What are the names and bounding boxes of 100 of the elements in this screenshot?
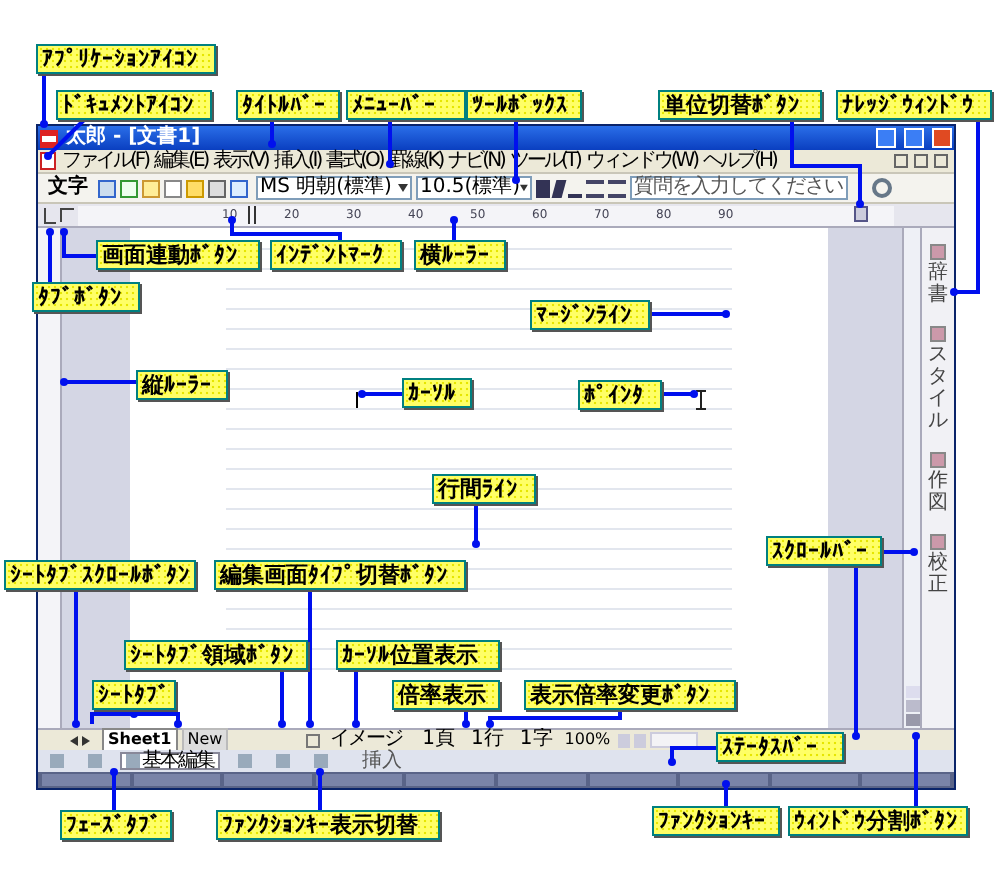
leader-line	[306, 590, 314, 728]
menu-item[interactable]: ナビ(N)	[448, 151, 504, 171]
sheet-tab[interactable]: New	[181, 728, 229, 752]
edit-type-button[interactable]: イメージ	[330, 730, 403, 750]
maximize-button[interactable]	[904, 128, 924, 148]
dropdown-arrow-icon[interactable]	[398, 184, 408, 192]
leader-line	[228, 216, 342, 240]
text-cursor	[356, 392, 358, 408]
sheet-tab[interactable]: Sheet1	[102, 728, 178, 752]
phase-icon	[126, 754, 140, 768]
leader-line	[278, 670, 286, 728]
help-icon[interactable]	[871, 178, 891, 198]
function-key[interactable]	[42, 774, 130, 786]
menu-item[interactable]: 表示(V)	[213, 151, 268, 171]
callout-label: ﾎﾟｲﾝﾀ	[578, 380, 662, 410]
callout-label: 表示倍率変更ﾎﾞﾀﾝ	[524, 680, 736, 710]
tab-button[interactable]	[44, 207, 56, 223]
leader-line	[358, 390, 402, 398]
leader-line	[72, 590, 80, 728]
phase-icon	[238, 754, 252, 768]
pane-tab[interactable]: スタイル	[928, 344, 948, 432]
i-beam-pointer-icon	[696, 390, 706, 410]
menu-item[interactable]: 編集(E)	[154, 151, 208, 171]
phase-icon	[314, 754, 328, 768]
callout-label: ﾀｲﾄﾙﾊﾞｰ	[236, 90, 340, 120]
leader-line	[316, 768, 324, 810]
callout-label: 縦ﾙｰﾗｰ	[136, 370, 228, 400]
menu-item[interactable]: ファイル(F)	[62, 151, 149, 171]
sheet-scroll-left-button[interactable]	[70, 735, 78, 745]
callout-label: ﾀﾌﾞﾎﾞﾀﾝ	[32, 282, 140, 312]
leader-line	[60, 228, 96, 258]
leader-line	[352, 670, 360, 728]
pane-tab[interactable]: 辞書	[928, 262, 948, 306]
question-field[interactable]: 質問を入力してください	[630, 176, 847, 200]
toolbar-label: 文字	[48, 178, 88, 198]
leader-line	[668, 746, 716, 766]
callout-label: ｲﾝﾃﾞﾝﾄﾏｰｸ	[270, 240, 402, 270]
leader-line	[790, 116, 864, 208]
column-position: 1字	[519, 730, 553, 750]
phase-icon	[88, 754, 102, 768]
menu-item[interactable]: ヘルプ(H)	[703, 151, 776, 171]
callout-label: ﾄﾞｷｭﾒﾝﾄｱｲｺﾝ	[56, 90, 212, 120]
menu-item[interactable]: 挿入(I)	[273, 151, 321, 171]
restore-button[interactable]	[914, 154, 928, 168]
callout-label: ｽｸﾛｰﾙﾊﾞｰ	[766, 536, 882, 566]
leader-line	[60, 378, 136, 386]
leader-line	[46, 228, 54, 282]
phase-tab[interactable]	[308, 752, 334, 770]
callout-label: ｱﾌﾟﾘｹｰｼｮﾝｱｲｺﾝ	[36, 44, 216, 74]
line-position: 1行	[471, 730, 504, 750]
callout-label: ﾂｰﾙﾎﾞｯｸｽ	[466, 90, 582, 120]
menu-item[interactable]: 書式(O)	[326, 151, 383, 171]
callout-label: ｽﾃｰﾀｽﾊﾞｰ	[716, 732, 844, 762]
callout-label: 倍率表示	[392, 680, 500, 710]
callout-label: ﾒﾆｭｰﾊﾞｰ	[346, 90, 466, 120]
callout-label: ｼｰﾄﾀﾌﾞ領域ﾎﾞﾀﾝ	[124, 640, 308, 670]
callout-label: ｶｰｿﾙ	[402, 378, 472, 408]
page-position: 1頁	[422, 730, 456, 750]
phase-tab[interactable]	[270, 752, 296, 770]
callout-label: ﾌｧﾝｸｼｮﾝｷｰ	[652, 806, 780, 836]
phase-tab[interactable]	[232, 752, 258, 770]
horizontal-scrollbar[interactable]	[650, 732, 699, 748]
leader-line	[722, 780, 730, 806]
font-select[interactable]: MS 明朝(標準)	[256, 176, 412, 200]
phase-icon	[50, 754, 64, 768]
leader-line	[486, 710, 622, 728]
app-icon[interactable]	[40, 129, 58, 147]
function-key[interactable]	[862, 774, 950, 786]
function-key[interactable]	[315, 774, 403, 786]
callout-label: 単位切替ﾎﾞﾀﾝ	[658, 90, 822, 120]
phase-tab[interactable]: 基本編集	[120, 752, 220, 770]
pane-tab[interactable]: 作図	[928, 470, 948, 514]
callout-label: 横ﾙｰﾗｰ	[414, 240, 506, 270]
function-key-toggle[interactable]: 挿入	[362, 751, 402, 771]
function-key[interactable]	[680, 774, 768, 786]
callout-label: ﾌｧﾝｸｼｮﾝｷｰ表示切替	[216, 810, 440, 840]
sheet-area-button[interactable]	[306, 733, 321, 747]
zoom-level[interactable]: 100%	[564, 732, 611, 748]
leader-line	[472, 504, 480, 548]
sheet-scroll-right-button[interactable]	[82, 735, 90, 745]
callout-label: ﾅﾚｯｼﾞｳｨﾝﾄﾞｳ	[836, 90, 992, 120]
callout-label: ｼｰﾄﾀﾌﾞ	[92, 680, 176, 710]
leader-line	[268, 116, 276, 148]
callout-label: ｶｰｿﾙ位置表示	[336, 640, 500, 670]
callout-label: 編集画面ﾀｲﾌﾟ切替ﾎﾞﾀﾝ	[214, 560, 466, 590]
callout-label: 行間ﾗｲﾝ	[432, 474, 536, 504]
vertical-scrollbar[interactable]	[902, 228, 920, 728]
indent-marker[interactable]	[248, 205, 256, 223]
leader-line	[450, 216, 458, 240]
callout-label: ﾌｪｰｽﾞﾀﾌﾞ	[60, 810, 172, 840]
leader-line	[90, 710, 182, 728]
callout-label: ｼｰﾄﾀﾌﾞｽｸﾛｰﾙﾎﾞﾀﾝ	[4, 560, 196, 590]
leader-line	[662, 390, 698, 398]
callout-label: ﾏｰｼﾞﾝﾗｲﾝ	[530, 300, 650, 330]
phase-icon	[276, 754, 290, 768]
menu-item[interactable]: ウィンドウ(W)	[585, 151, 698, 171]
callout-label: 画面連動ﾎﾞﾀﾝ	[96, 240, 260, 270]
dropdown-arrow-icon[interactable]	[520, 184, 528, 192]
screen-link-button[interactable]	[60, 208, 74, 222]
pane-tab[interactable]: 校正	[928, 552, 948, 596]
